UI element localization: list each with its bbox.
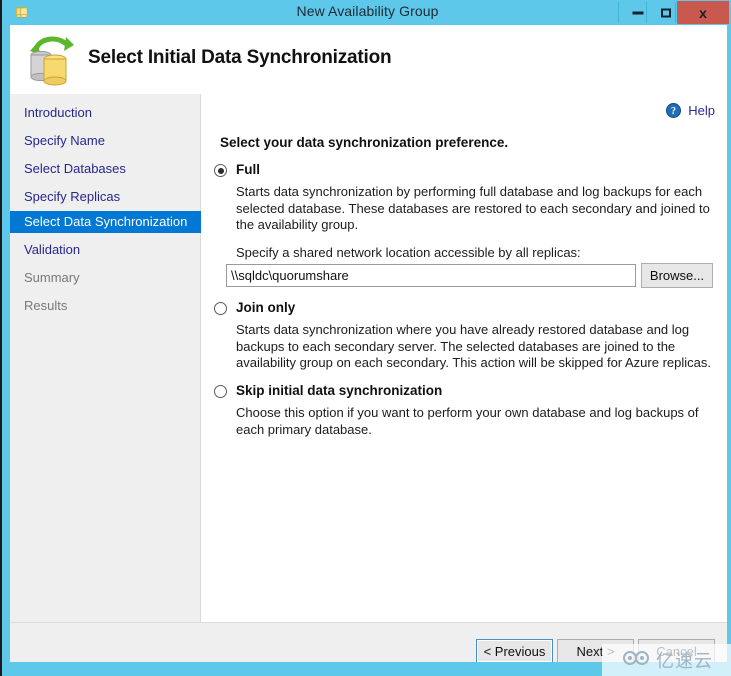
sidebar-item-select-data-synchronization[interactable]: Select Data Synchronization	[10, 211, 201, 233]
sidebar-item-specify-replicas[interactable]: Specify Replicas	[10, 186, 201, 208]
preference-heading: Select your data synchronization prefere…	[220, 135, 509, 150]
title-bar: New Availability Group x	[2, 0, 731, 25]
help-link[interactable]: ? Help	[665, 103, 715, 118]
option-skip-initial-description: Choose this option if you want to perfor…	[236, 405, 699, 437]
cancel-button[interactable]: Cancel	[638, 639, 715, 663]
option-full-label[interactable]: Full	[236, 162, 260, 177]
minimize-icon	[632, 11, 643, 14]
share-location-input[interactable]	[226, 264, 636, 287]
radio-full[interactable]	[214, 164, 227, 177]
wizard-sidebar: Introduction Specify Name Select Databas…	[10, 94, 201, 622]
sidebar-item-specify-name[interactable]: Specify Name	[10, 130, 201, 152]
svg-text:?: ?	[671, 106, 676, 117]
next-button[interactable]: Next >	[557, 639, 634, 663]
share-location-label: Specify a shared network location access…	[236, 245, 581, 260]
titlebar-divider-1	[618, 2, 619, 23]
page-title: Select Initial Data Synchronization	[88, 47, 392, 68]
sidebar-item-summary: Summary	[24, 270, 80, 285]
sidebar-item-validation[interactable]: Validation	[10, 239, 201, 261]
option-join-only-label[interactable]: Join only	[236, 300, 295, 315]
help-label: Help	[688, 103, 715, 118]
close-button[interactable]: x	[677, 1, 729, 24]
titlebar-divider-2	[646, 2, 647, 23]
window-bottom-border	[2, 662, 731, 676]
wizard-content: ? Help Select your data synchronization …	[201, 94, 727, 622]
maximize-icon	[660, 8, 671, 17]
wizard-header: Select Initial Data Synchronization	[10, 25, 727, 94]
option-skip-initial-label[interactable]: Skip initial data synchronization	[236, 383, 442, 398]
close-icon: x	[699, 4, 707, 21]
option-full-description: Starts data synchronization by performin…	[236, 184, 710, 232]
sidebar-item-select-databases[interactable]: Select Databases	[10, 158, 201, 180]
browse-button[interactable]: Browse...	[641, 263, 713, 288]
titlebar-divider-3	[675, 2, 676, 23]
option-join-only-description: Starts data synchronization where you ha…	[236, 322, 711, 370]
radio-skip-initial[interactable]	[214, 385, 227, 398]
previous-button[interactable]: < Previous	[476, 639, 553, 663]
sidebar-item-introduction[interactable]: Introduction	[10, 102, 201, 124]
radio-join-only[interactable]	[214, 302, 227, 315]
help-circle-icon: ?	[665, 103, 681, 118]
wizard-window: New Availability Group x Select Initial …	[0, 0, 731, 676]
sidebar-item-results: Results	[24, 298, 68, 313]
data-synchronization-icon	[20, 29, 82, 89]
